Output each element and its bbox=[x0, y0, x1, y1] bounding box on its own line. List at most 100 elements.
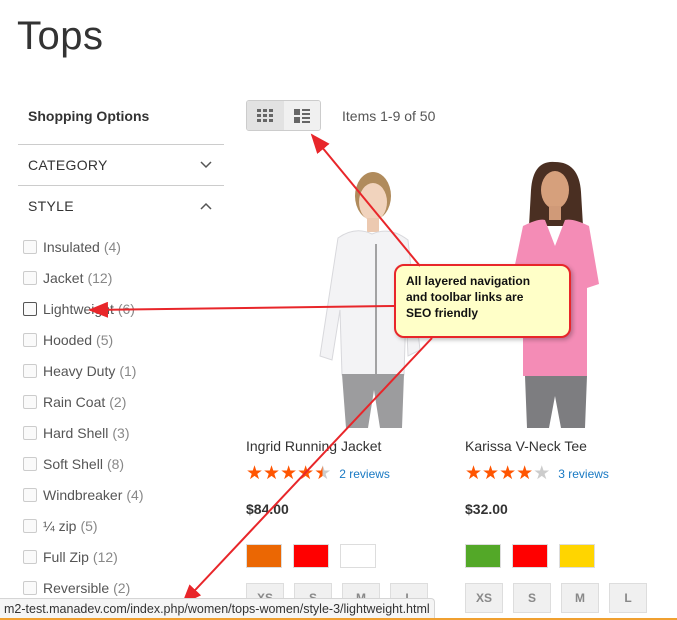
filter-style[interactable]: STYLE bbox=[18, 185, 224, 226]
star-icon: ★ bbox=[314, 462, 332, 484]
filter-option-count: (4) bbox=[103, 239, 121, 255]
filter-checkbox[interactable] bbox=[23, 550, 37, 564]
items-count: Items 1-9 of 50 bbox=[342, 108, 436, 124]
filter-option[interactable]: Insulated (4) bbox=[23, 238, 121, 256]
filter-checkbox[interactable] bbox=[23, 519, 37, 533]
color-swatches bbox=[465, 544, 595, 568]
filter-checkbox[interactable] bbox=[23, 488, 37, 502]
color-swatch[interactable] bbox=[512, 544, 548, 568]
filter-option-count: (2) bbox=[113, 580, 131, 596]
callout-line-2: and toolbar links are bbox=[406, 290, 524, 304]
chevron-down-icon bbox=[200, 161, 212, 169]
filter-option-count: (12) bbox=[92, 549, 118, 565]
filter-option[interactable]: Hooded (5) bbox=[23, 331, 113, 349]
filter-checkbox[interactable] bbox=[23, 581, 37, 595]
browser-status-bar: m2-test.manadev.com/index.php/women/tops… bbox=[0, 598, 435, 619]
list-mode-button[interactable] bbox=[283, 101, 320, 130]
filter-option-label: Windbreaker bbox=[43, 487, 123, 503]
filter-checkbox[interactable] bbox=[23, 333, 37, 347]
filter-category-label: CATEGORY bbox=[28, 157, 108, 173]
filter-checkbox[interactable] bbox=[23, 271, 37, 285]
filter-option-count: (8) bbox=[106, 456, 125, 472]
filter-option-count: (5) bbox=[96, 332, 114, 348]
filter-option[interactable]: Heavy Duty (1) bbox=[23, 362, 136, 380]
star-icon: ★ bbox=[499, 462, 517, 484]
filter-option[interactable]: ¼ zip (5) bbox=[23, 517, 98, 535]
filter-option-count: (6) bbox=[117, 301, 135, 317]
status-url: m2-test.manadev.com/index.php/women/tops… bbox=[4, 602, 430, 616]
color-swatch[interactable] bbox=[465, 544, 501, 568]
filter-option[interactable]: Jacket (12) bbox=[23, 269, 112, 287]
filter-checkbox[interactable] bbox=[23, 457, 37, 471]
grid-mode-button[interactable] bbox=[247, 101, 284, 130]
star-icon: ★ bbox=[297, 462, 315, 484]
size-swatch[interactable]: S bbox=[513, 583, 551, 613]
filter-checkbox[interactable] bbox=[23, 302, 37, 316]
page-title: Tops bbox=[17, 14, 104, 58]
filter-option[interactable]: Hard Shell (3) bbox=[23, 424, 130, 442]
filter-option[interactable]: Full Zip (12) bbox=[23, 548, 118, 566]
product-rating: ★ ★ ★ ★ ★ 3 reviews bbox=[465, 464, 609, 483]
star-icon: ★ bbox=[516, 462, 534, 484]
size-swatch[interactable]: L bbox=[609, 583, 647, 613]
reviews-link[interactable]: 3 reviews bbox=[558, 467, 609, 481]
filter-option[interactable]: Reversible (2) bbox=[23, 579, 130, 597]
star-icon: ★ bbox=[263, 462, 281, 484]
product-name[interactable]: Ingrid Running Jacket bbox=[246, 438, 381, 454]
star-icon: ★ bbox=[246, 462, 264, 484]
product-price: $32.00 bbox=[465, 501, 508, 517]
filter-option-label: Heavy Duty bbox=[43, 363, 116, 379]
star-icon: ★ bbox=[482, 462, 500, 484]
filter-checkbox[interactable] bbox=[23, 426, 37, 440]
filter-option-label: Reversible bbox=[43, 580, 110, 596]
annotation-callout: All layered navigation and toolbar links… bbox=[394, 264, 571, 338]
color-swatch[interactable] bbox=[246, 544, 282, 568]
filter-option-label: Rain Coat bbox=[43, 394, 106, 410]
color-swatch[interactable] bbox=[293, 544, 329, 568]
chevron-up-icon bbox=[200, 202, 212, 210]
filter-option-label: Lightweight bbox=[43, 301, 114, 317]
star-icon: ★ bbox=[465, 462, 483, 484]
view-mode-switcher bbox=[246, 100, 321, 131]
filter-option-label: Hooded bbox=[43, 332, 93, 348]
shopping-options-heading: Shopping Options bbox=[28, 108, 150, 124]
grid-icon bbox=[257, 108, 274, 122]
filter-option-label: Soft Shell bbox=[43, 456, 103, 472]
filter-option-count: (12) bbox=[87, 270, 113, 286]
filter-option-count: (4) bbox=[126, 487, 144, 503]
filter-style-label: STYLE bbox=[28, 198, 74, 214]
rating-stars: ★ ★ ★ ★ ★ bbox=[465, 464, 550, 483]
color-swatch[interactable] bbox=[559, 544, 595, 568]
filter-option[interactable]: Rain Coat (2) bbox=[23, 393, 126, 411]
filter-option-count: (2) bbox=[109, 394, 127, 410]
filter-option[interactable]: Windbreaker (4) bbox=[23, 486, 144, 504]
filter-option-label: ¼ zip bbox=[43, 518, 77, 534]
product-name[interactable]: Karissa V-Neck Tee bbox=[465, 438, 587, 454]
product-price: $84.00 bbox=[246, 501, 289, 517]
filter-option-count: (3) bbox=[112, 425, 130, 441]
star-icon: ★ bbox=[533, 462, 551, 484]
callout-line-1: All layered navigation bbox=[406, 274, 531, 288]
filter-option-label: Full Zip bbox=[43, 549, 89, 565]
filter-option-count: (1) bbox=[119, 363, 137, 379]
filter-option[interactable]: Lightweight (6) bbox=[23, 300, 135, 318]
color-swatches bbox=[246, 544, 376, 568]
rating-stars: ★ ★ ★ ★ ★ bbox=[246, 464, 331, 483]
star-icon: ★ bbox=[280, 462, 298, 484]
size-swatches: XS SML bbox=[465, 583, 647, 613]
filter-checkbox[interactable] bbox=[23, 364, 37, 378]
color-swatch[interactable] bbox=[340, 544, 376, 568]
reviews-link[interactable]: 2 reviews bbox=[339, 467, 390, 481]
size-swatch[interactable]: M bbox=[561, 583, 599, 613]
filter-option[interactable]: Soft Shell (8) bbox=[23, 455, 124, 473]
filter-checkbox[interactable] bbox=[23, 240, 37, 254]
filter-option-label: Jacket bbox=[43, 270, 84, 286]
list-icon bbox=[293, 108, 310, 123]
size-swatch[interactable]: XS bbox=[465, 583, 503, 613]
filter-option-count: (5) bbox=[80, 518, 98, 534]
callout-line-3: SEO friendly bbox=[406, 306, 479, 320]
filter-checkbox[interactable] bbox=[23, 395, 37, 409]
product-rating: ★ ★ ★ ★ ★ 2 reviews bbox=[246, 464, 390, 483]
filter-option-label: Hard Shell bbox=[43, 425, 109, 441]
filter-category[interactable]: CATEGORY bbox=[18, 144, 224, 185]
